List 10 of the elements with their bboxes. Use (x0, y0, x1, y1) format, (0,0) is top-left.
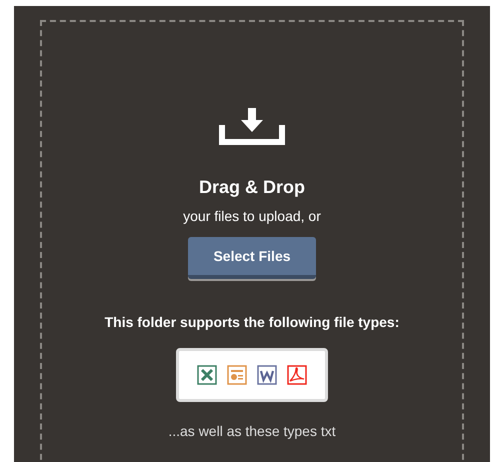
document-icon (257, 365, 277, 385)
pdf-icon (287, 365, 307, 385)
download-icon (217, 108, 287, 148)
select-files-button[interactable]: Select Files (188, 237, 316, 279)
supported-types-label: This folder supports the following file types: (104, 313, 400, 331)
dropzone-subtitle: your files to upload, or (183, 207, 321, 225)
dropzone-title: Drag & Drop (198, 176, 305, 198)
presentation-icon (227, 365, 247, 385)
extra-types-text: ...as well as these types txt (168, 422, 336, 440)
spreadsheet-icon (197, 365, 217, 385)
